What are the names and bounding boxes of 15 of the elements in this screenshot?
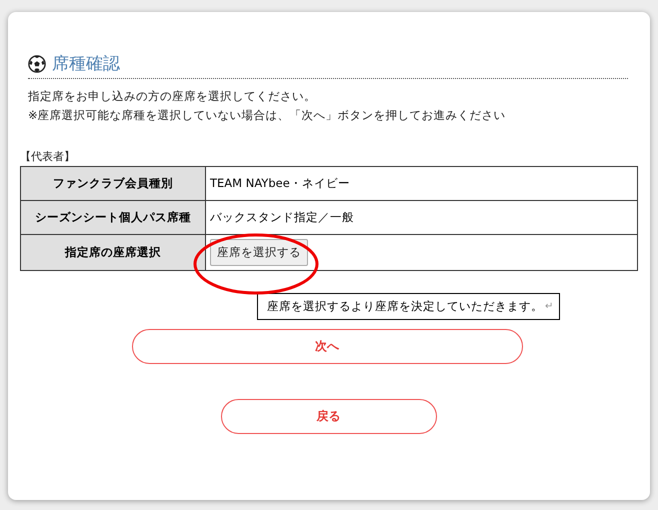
instruction-text: 指定席をお申し込みの方の座席を選択してください。 [28, 88, 317, 105]
table-cell: バックスタンド指定／一般 [206, 200, 638, 234]
row-header: ファンクラブ会員種別 [20, 166, 206, 200]
section-label: 【代表者】 [20, 149, 76, 164]
page-heading: 席種確認 [52, 53, 120, 75]
back-button[interactable]: 戻る [220, 399, 436, 434]
next-button[interactable]: 次へ [132, 329, 522, 364]
return-mark: ↵ [545, 301, 554, 312]
soccer-ball-icon [28, 54, 46, 72]
row-header: 指定席の座席選択 [20, 234, 206, 270]
instruction-text: ※座席選択可能な席種を選択していない場合は、「次へ」ボタンを押してお進みください [28, 107, 507, 124]
row-header: シーズンシート個人パス席種 [20, 200, 206, 234]
table-cell: TEAM NAYbee・ネイビー [206, 166, 638, 200]
callout-text: 座席を選択するより座席を決定していただきます。 [267, 299, 543, 314]
select-seat-button[interactable]: 座席を選択する [210, 239, 308, 266]
